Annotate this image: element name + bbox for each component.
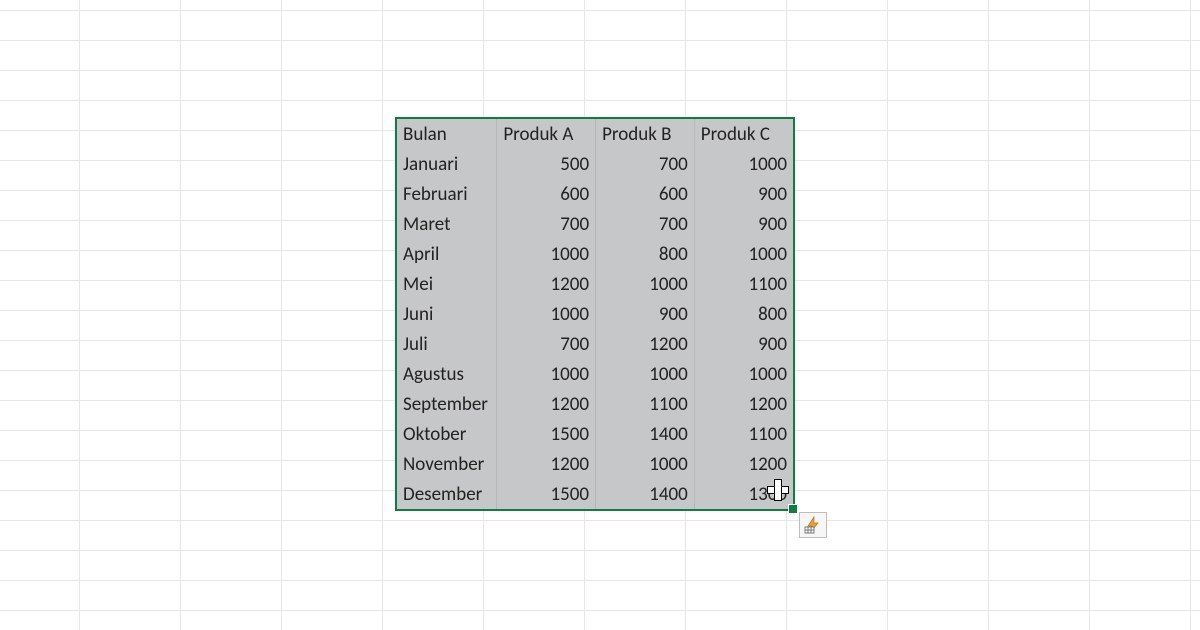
table-row: Desember150014001300 [397, 479, 793, 509]
cell-c[interactable]: 900 [694, 179, 793, 209]
cell-c[interactable]: 1100 [694, 269, 793, 299]
table-row: Maret700700900 [397, 209, 793, 239]
quick-analysis-icon [804, 516, 822, 534]
cell-bulan[interactable]: Maret [397, 209, 497, 239]
header-bulan[interactable]: Bulan [397, 119, 497, 149]
cell-b[interactable]: 1400 [596, 419, 695, 449]
fill-handle[interactable] [788, 504, 798, 514]
cell-b[interactable]: 1000 [596, 449, 695, 479]
cell-a[interactable]: 700 [497, 209, 596, 239]
table-row: September120011001200 [397, 389, 793, 419]
data-table[interactable]: Bulan Produk A Produk B Produk C Januari… [397, 119, 793, 509]
cell-bulan[interactable]: Mei [397, 269, 497, 299]
table-row: Oktober150014001100 [397, 419, 793, 449]
cell-b[interactable]: 700 [596, 209, 695, 239]
cell-b[interactable]: 1000 [596, 269, 695, 299]
cell-b[interactable]: 1100 [596, 389, 695, 419]
table-row: April10008001000 [397, 239, 793, 269]
cell-b[interactable]: 900 [596, 299, 695, 329]
cell-a[interactable]: 1500 [497, 419, 596, 449]
cell-c[interactable]: 1300 [694, 479, 793, 509]
cell-bulan[interactable]: Desember [397, 479, 497, 509]
cell-b[interactable]: 800 [596, 239, 695, 269]
table-row: Januari5007001000 [397, 149, 793, 179]
cell-b[interactable]: 1400 [596, 479, 695, 509]
cell-a[interactable]: 1500 [497, 479, 596, 509]
cell-a[interactable]: 700 [497, 329, 596, 359]
cell-b[interactable]: 700 [596, 149, 695, 179]
cell-c[interactable]: 900 [694, 209, 793, 239]
cell-b[interactable]: 600 [596, 179, 695, 209]
cell-bulan[interactable]: Februari [397, 179, 497, 209]
cell-c[interactable]: 1000 [694, 149, 793, 179]
cell-a[interactable]: 500 [497, 149, 596, 179]
header-produk-a[interactable]: Produk A [497, 119, 596, 149]
cell-bulan[interactable]: Agustus [397, 359, 497, 389]
cell-bulan[interactable]: Juni [397, 299, 497, 329]
selected-range[interactable]: Bulan Produk A Produk B Produk C Januari… [395, 117, 795, 511]
cell-a[interactable]: 1200 [497, 389, 596, 419]
table-row: Juli7001200900 [397, 329, 793, 359]
cell-bulan[interactable]: November [397, 449, 497, 479]
table-row: Agustus100010001000 [397, 359, 793, 389]
cell-bulan[interactable]: Oktober [397, 419, 497, 449]
cell-bulan[interactable]: Juli [397, 329, 497, 359]
quick-analysis-button[interactable] [799, 512, 827, 538]
cell-c[interactable]: 1200 [694, 389, 793, 419]
header-produk-b[interactable]: Produk B [596, 119, 695, 149]
cell-a[interactable]: 1200 [497, 449, 596, 479]
cell-c[interactable]: 1200 [694, 449, 793, 479]
cell-b[interactable]: 1000 [596, 359, 695, 389]
cell-c[interactable]: 1100 [694, 419, 793, 449]
table-row: Juni1000900800 [397, 299, 793, 329]
cell-bulan[interactable]: April [397, 239, 497, 269]
table-header-row: Bulan Produk A Produk B Produk C [397, 119, 793, 149]
cell-c[interactable]: 1000 [694, 359, 793, 389]
cell-a[interactable]: 1000 [497, 299, 596, 329]
cell-a[interactable]: 600 [497, 179, 596, 209]
cell-bulan[interactable]: September [397, 389, 497, 419]
cell-c[interactable]: 800 [694, 299, 793, 329]
cell-b[interactable]: 1200 [596, 329, 695, 359]
table-row: Februari600600900 [397, 179, 793, 209]
header-produk-c[interactable]: Produk C [694, 119, 793, 149]
table-row: November120010001200 [397, 449, 793, 479]
cell-a[interactable]: 1000 [497, 239, 596, 269]
cell-a[interactable]: 1200 [497, 269, 596, 299]
cell-a[interactable]: 1000 [497, 359, 596, 389]
table-row: Mei120010001100 [397, 269, 793, 299]
cell-c[interactable]: 1000 [694, 239, 793, 269]
cell-bulan[interactable]: Januari [397, 149, 497, 179]
cell-c[interactable]: 900 [694, 329, 793, 359]
